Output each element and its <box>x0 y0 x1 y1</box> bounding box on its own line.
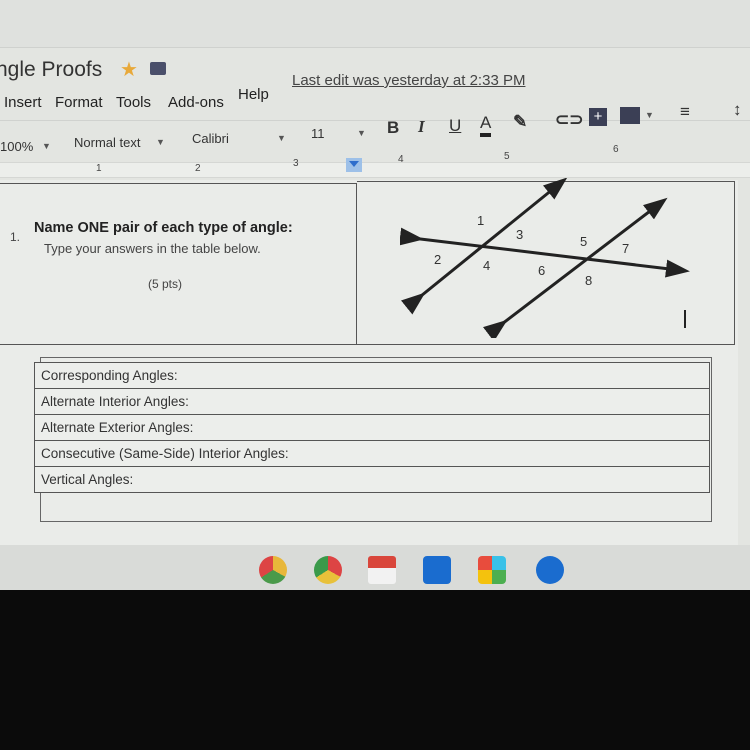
chevron-down-icon[interactable]: ▼ <box>277 133 286 143</box>
underline-button[interactable]: U <box>449 116 461 136</box>
answer-table: Corresponding Angles: Alternate Interior… <box>34 362 710 493</box>
ruler-number: 5 <box>504 151 510 162</box>
bold-button[interactable]: B <box>387 118 399 138</box>
font-select[interactable]: Calibri <box>192 131 229 146</box>
answer-cell-consecutive-interior[interactable]: Consecutive (Same-Side) Interior Angles: <box>34 440 710 467</box>
ruler-number: 2 <box>195 163 201 174</box>
camera-icon[interactable] <box>423 556 451 584</box>
screen: ngle Proofs ★ Insert Format Tools Add-on… <box>0 0 750 590</box>
insert-image-icon[interactable] <box>620 107 640 124</box>
align-left-icon[interactable]: ≡ <box>680 102 690 122</box>
add-comment-icon[interactable]: + <box>589 108 607 126</box>
question-number: 1. <box>10 230 21 244</box>
parallel-lines-diagram: 1 2 3 4 5 6 7 8 <box>400 178 690 338</box>
menu-addons[interactable]: Add-ons <box>168 94 224 111</box>
chrome-icon[interactable] <box>314 556 342 584</box>
folder-icon[interactable] <box>150 62 166 75</box>
table-row[interactable]: Alternate Interior Angles: <box>34 388 710 415</box>
menu-tools[interactable]: Tools <box>116 94 151 111</box>
answer-cell-vertical[interactable]: Vertical Angles: <box>34 466 710 493</box>
gmail-icon[interactable] <box>368 556 396 584</box>
table-row[interactable]: Vertical Angles: <box>34 466 710 493</box>
question-subtitle: Type your answers in the table below. <box>44 241 261 256</box>
link-icon[interactable]: ⊂⊃ <box>555 110 584 130</box>
ruler-number: 6 <box>613 144 619 155</box>
last-edit-link[interactable]: Last edit was yesterday at 2:33 PM <box>292 72 525 89</box>
angle-label: 6 <box>538 263 545 278</box>
ruler-number: 4 <box>398 154 404 165</box>
ruler[interactable] <box>0 162 750 178</box>
browser-top-bar <box>0 0 750 48</box>
answer-cell-alternate-exterior[interactable]: Alternate Exterior Angles: <box>34 414 710 441</box>
text-color-button[interactable]: A <box>480 113 492 137</box>
line-spacing-icon[interactable]: ↕ <box>733 100 742 120</box>
style-select[interactable]: Normal text <box>74 135 140 150</box>
ruler-number: 1 <box>96 163 102 174</box>
table-row[interactable]: Corresponding Angles: <box>34 362 710 389</box>
menu-format[interactable]: Format <box>55 94 103 111</box>
chrome-canary-icon[interactable] <box>259 556 287 584</box>
table-row[interactable]: Consecutive (Same-Side) Interior Angles: <box>34 440 710 467</box>
angle-label: 7 <box>622 241 629 256</box>
star-icon[interactable]: ★ <box>120 57 138 82</box>
answer-cell-corresponding[interactable]: Corresponding Angles: <box>34 362 710 389</box>
menu-help[interactable]: Help <box>238 86 269 103</box>
angle-label: 3 <box>516 227 523 242</box>
points-label: (5 pts) <box>148 277 183 291</box>
table-row[interactable]: Alternate Exterior Angles: <box>34 414 710 441</box>
question-title: Name ONE pair of each type of angle: <box>34 220 293 236</box>
angle-label: 4 <box>483 258 490 273</box>
italic-button[interactable]: I <box>418 117 425 137</box>
files-icon[interactable] <box>536 556 564 584</box>
chevron-down-icon[interactable]: ▼ <box>357 128 366 138</box>
zoom-select[interactable]: 100% <box>0 139 33 154</box>
menu-insert[interactable]: Insert <box>4 94 42 111</box>
answer-cell-alternate-interior[interactable]: Alternate Interior Angles: <box>34 388 710 415</box>
angle-label: 8 <box>585 273 592 288</box>
play-store-icon[interactable] <box>478 556 506 584</box>
chevron-down-icon[interactable]: ▼ <box>42 141 51 151</box>
document-title[interactable]: ngle Proofs <box>0 58 102 82</box>
indent-marker[interactable] <box>346 158 362 172</box>
font-size-select[interactable]: 11 <box>311 126 325 141</box>
highlight-pen-icon[interactable]: ✎ <box>513 112 527 132</box>
ruler-number: 3 <box>293 158 299 169</box>
angle-label: 2 <box>434 252 441 267</box>
angle-label: 1 <box>477 213 484 228</box>
chevron-down-icon[interactable]: ▼ <box>645 110 654 120</box>
chevron-down-icon[interactable]: ▼ <box>156 137 165 147</box>
text-cursor <box>684 310 686 328</box>
question-cell[interactable] <box>0 183 357 345</box>
angle-label: 5 <box>580 234 587 249</box>
